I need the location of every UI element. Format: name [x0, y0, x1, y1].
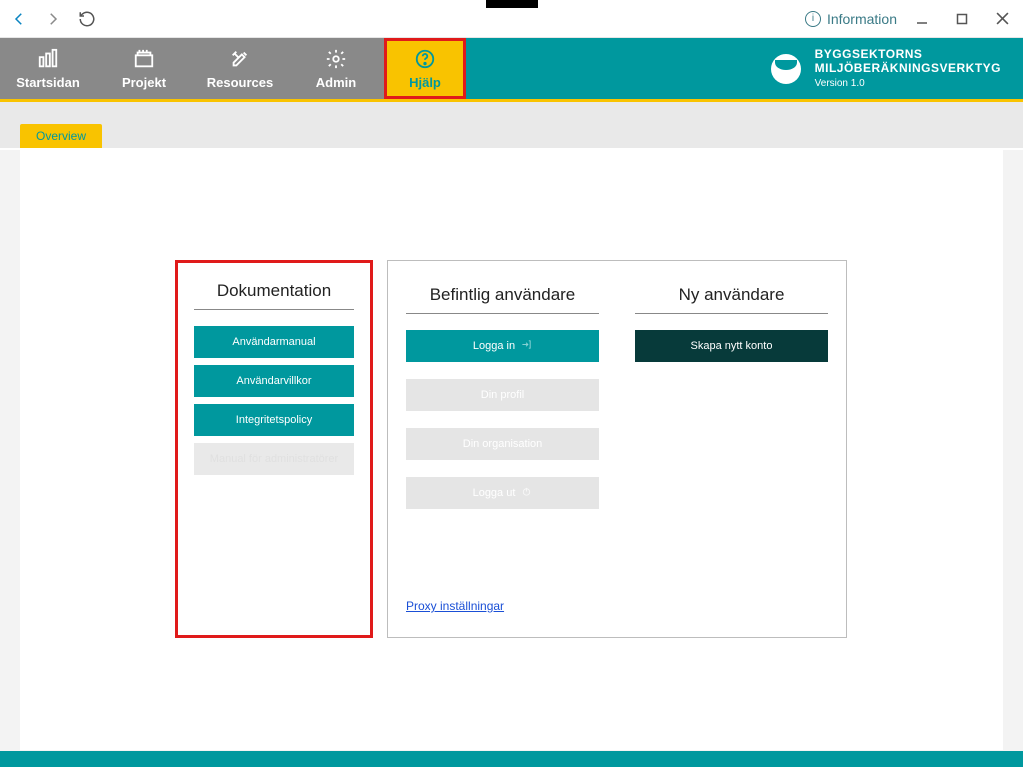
nav-label: Admin — [316, 75, 356, 90]
information-label: Information — [827, 11, 897, 27]
col-new-user: Ny användare Skapa nytt konto — [635, 285, 828, 613]
create-account-button[interactable]: Skapa nytt konto — [635, 330, 828, 362]
panels-row: Dokumentation Användarmanual Användarvil… — [175, 260, 847, 638]
minimize-button[interactable] — [907, 6, 937, 32]
sub-tab-bar: Overview — [0, 102, 1023, 150]
doc-admin-manual-button: Manual för administratörer — [194, 443, 354, 475]
profile-button: Din profil — [406, 379, 599, 411]
brand-line1: BYGGSEKTORNS — [815, 48, 1001, 62]
nav-label: Hjälp — [409, 75, 441, 90]
nav-hjalp[interactable]: Hjälp — [384, 38, 466, 99]
title-bar-right: i Information — [805, 6, 1017, 32]
information-link[interactable]: i Information — [805, 11, 897, 27]
nav-admin[interactable]: Admin — [288, 38, 384, 99]
nav-projekt[interactable]: Projekt — [96, 38, 192, 99]
home-icon — [37, 47, 59, 71]
back-button[interactable] — [6, 6, 32, 32]
newuser-title: Ny användare — [635, 285, 828, 314]
doc-terms-button[interactable]: Användarvillkor — [194, 365, 354, 397]
brand-logo: BM — [771, 54, 801, 84]
maximize-button[interactable] — [947, 6, 977, 32]
existing-title: Befintlig användare — [406, 285, 599, 314]
brand-text: BYGGSEKTORNS MILJÖBERÄKNINGSVERKTYG Vers… — [815, 48, 1001, 89]
help-icon — [414, 47, 436, 71]
doc-title: Dokumentation — [194, 281, 354, 310]
logout-button: Logga ut — [406, 477, 599, 509]
tools-icon — [229, 47, 251, 71]
tab-overview[interactable]: Overview — [20, 124, 102, 148]
login-label: Logga in — [473, 340, 515, 352]
doc-privacy-button[interactable]: Integritetspolicy — [194, 404, 354, 436]
refresh-button[interactable] — [74, 6, 100, 32]
nav-startsidan[interactable]: Startsidan — [0, 38, 96, 99]
nav-label: Projekt — [122, 75, 166, 90]
panel-users: Befintlig användare Logga in Din profil … — [387, 260, 847, 638]
close-button[interactable] — [987, 6, 1017, 32]
top-nav: Startsidan Projekt Resources Admin Hjälp… — [0, 38, 1023, 102]
login-button[interactable]: Logga in — [406, 330, 599, 362]
title-bar-left — [6, 6, 100, 32]
title-bar: i Information — [0, 0, 1023, 38]
nav-label: Resources — [207, 75, 273, 90]
forward-button[interactable] — [40, 6, 66, 32]
panel-documentation: Dokumentation Användarmanual Användarvil… — [175, 260, 373, 638]
col-existing-user: Befintlig användare Logga in Din profil … — [406, 285, 599, 613]
main-content: Dokumentation Användarmanual Användarvil… — [20, 150, 1003, 750]
nav-resources[interactable]: Resources — [192, 38, 288, 99]
info-icon: i — [805, 11, 821, 27]
brand-line2: MILJÖBERÄKNINGSVERKTYG — [815, 62, 1001, 76]
nav-label: Startsidan — [16, 75, 80, 90]
power-icon — [521, 486, 532, 500]
project-icon — [133, 47, 155, 71]
doc-user-manual-button[interactable]: Användarmanual — [194, 326, 354, 358]
window-drag-handle — [486, 0, 538, 8]
logout-label: Logga ut — [473, 487, 516, 499]
bottom-strip — [0, 751, 1023, 767]
brand-version: Version 1.0 — [815, 78, 1001, 89]
organisation-button: Din organisation — [406, 428, 599, 460]
login-icon — [521, 339, 532, 353]
gear-icon — [325, 47, 347, 71]
proxy-settings-link[interactable]: Proxy inställningar — [406, 599, 599, 613]
brand-block: BM BYGGSEKTORNS MILJÖBERÄKNINGSVERKTYG V… — [771, 38, 1023, 99]
